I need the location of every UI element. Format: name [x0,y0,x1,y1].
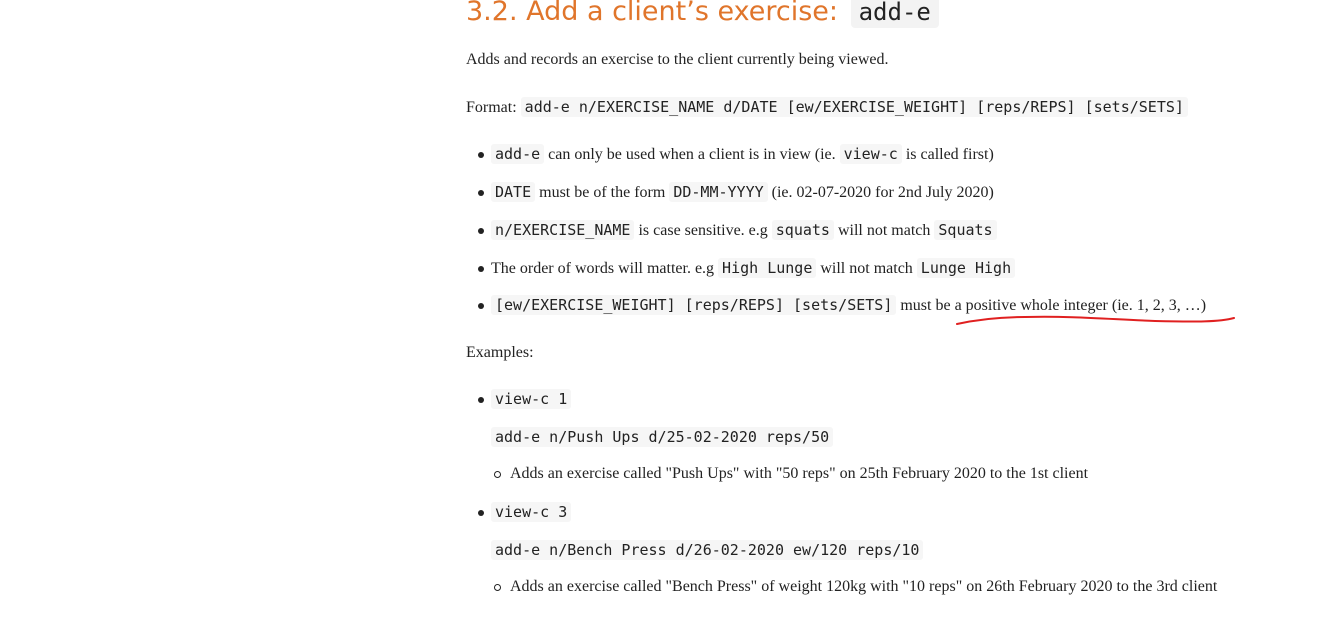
list-bullet [478,152,484,158]
list-bullet [478,397,484,403]
inline-code: [ew/EXERCISE_WEIGHT] [reps/REPS] [sets/S… [491,295,897,315]
red-underline-annotation [956,315,1235,325]
rule-text: (ie. 02-07-2020 for 2nd July 2020) [771,184,994,201]
example-item: view-c 3 [491,502,572,523]
list-bullet [478,190,484,196]
inline-code: High Lunge [718,258,817,278]
rule-text: will not match [820,260,913,277]
format-code: add-e n/EXERCISE_NAME d/DATE [ew/EXERCIS… [520,97,1188,117]
list-bullet [478,303,484,309]
section-heading-text: 3.2. Add a client’s exercise: [466,0,839,27]
example-command: add-e n/Bench Press d/26-02-2020 ew/120 … [491,540,924,560]
inline-code: squats [771,220,834,240]
list-bullet-hollow [494,584,501,591]
list-bullet [478,510,484,516]
inline-code: Lunge High [916,258,1016,278]
section-heading: 3.2. Add a client’s exercise: add-e [466,0,939,28]
rule-item: add-e can only be used when a client is … [491,144,994,165]
list-bullet-hollow [494,471,501,478]
inline-code: DATE [491,182,536,202]
rule-item: n/EXERCISE_NAME is case sensitive. e.g s… [491,220,997,241]
rule-item: DATE must be of the form DD-MM-YYYY (ie.… [491,182,994,203]
description: Adds and records an exercise to the clie… [466,51,889,68]
example-item: view-c 1 [491,389,572,410]
rule-text: must be of the form [539,184,666,201]
format-label: Format: [466,99,517,116]
rule-item: The order of words will matter. e.g High… [491,258,1016,279]
format-line: Format: add-e n/EXERCISE_NAME d/DATE [ew… [466,97,1188,118]
inline-code: n/EXERCISE_NAME [491,220,635,240]
example-command: add-e n/Push Ups d/25-02-2020 reps/50 [491,427,834,447]
example-description: Adds an exercise called "Push Ups" with … [510,465,1089,482]
rule-text: The order of words will matter. e.g [491,260,715,277]
example-description: Adds an exercise called "Bench Press" of… [510,578,1218,595]
list-bullet [478,266,484,272]
inline-code: Squats [934,220,997,240]
section-heading-code: add-e [850,0,939,28]
rule-text: is called first) [905,146,994,163]
example-command: view-c 1 [491,389,572,409]
list-bullet [478,228,484,234]
rule-text: is case sensitive. e.g [638,222,768,239]
example-command: view-c 3 [491,502,572,522]
inline-code: add-e [491,144,545,164]
example-command-line: add-e n/Push Ups d/25-02-2020 reps/50 [491,427,834,448]
rule-text: will not match [837,222,931,239]
inline-code: view-c [839,144,902,164]
example-command-line: add-e n/Bench Press d/26-02-2020 ew/120 … [491,540,924,561]
inline-code: DD-MM-YYYY [669,182,768,202]
rule-text: can only be used when a client is in vie… [548,146,836,163]
examples-label: Examples: [466,344,534,361]
